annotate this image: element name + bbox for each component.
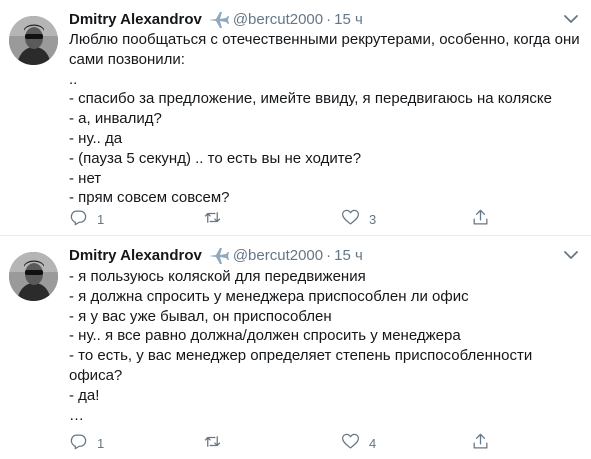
like-count: 4 xyxy=(369,435,377,451)
tweet[interactable]: Dmitry Alexandrov @bercut2000 · 15 ч Люб… xyxy=(0,0,591,235)
tweet-line: Люблю пообщаться с отечественными рекрут… xyxy=(69,31,580,48)
like-button[interactable]: 3 xyxy=(341,208,376,230)
tweet-line: - то есть, у вас менеджер определяет сте… xyxy=(69,347,533,365)
tweet-line: офиса? xyxy=(69,366,123,384)
tweet[interactable]: Dmitry Alexandrov @bercut2000 · 15 ч - я… xyxy=(0,236,591,459)
reply-count: 1 xyxy=(97,211,105,227)
tweet-header: Dmitry Alexandrov @bercut2000 · 15 ч xyxy=(69,8,363,30)
author-handle[interactable]: @bercut2000 xyxy=(233,11,323,28)
retweet-icon xyxy=(203,208,222,230)
retweet-icon xyxy=(203,432,222,454)
tweet-line: - (пауза 5 секунд) .. то есть вы не ходи… xyxy=(69,149,362,167)
like-button[interactable]: 4 xyxy=(341,432,376,454)
tweet-line: - а, инвалид? xyxy=(69,110,162,128)
tweet-actions: 1 3 xyxy=(69,208,499,230)
separator: · xyxy=(326,246,332,264)
separator: · xyxy=(326,10,332,28)
share-button[interactable] xyxy=(471,432,490,454)
timestamp[interactable]: 15 ч xyxy=(334,247,363,264)
tweet-line: - да! xyxy=(69,386,100,404)
tweet-text: - я пользуюсь коляской для передвижения … xyxy=(69,267,577,425)
heart-icon xyxy=(341,208,360,230)
tweet-text: Люблю пообщаться с отечественными рекрут… xyxy=(69,30,580,208)
airplane-icon xyxy=(207,10,229,28)
retweet-button[interactable] xyxy=(203,208,231,230)
tweet-line: - я пользуюсь коляской для передвижения xyxy=(69,268,366,285)
tweet-line: - я должна спросить у менеджера приспосо… xyxy=(69,287,469,305)
share-icon xyxy=(471,432,490,454)
like-count: 3 xyxy=(369,211,377,227)
reply-icon xyxy=(69,208,88,230)
airplane-icon xyxy=(207,246,229,264)
tweet-line: - нет xyxy=(69,169,102,187)
tweet-line: .. xyxy=(69,70,78,88)
reply-count: 1 xyxy=(97,435,105,451)
share-icon xyxy=(471,208,490,230)
chevron-down-icon[interactable] xyxy=(563,12,579,24)
reply-icon xyxy=(69,432,88,454)
tweet-line: сами позвонили: xyxy=(69,50,185,68)
tweet-line: … xyxy=(69,406,84,424)
share-button[interactable] xyxy=(471,208,490,230)
tweet-header: Dmitry Alexandrov @bercut2000 · 15 ч xyxy=(69,244,363,266)
tweet-line: - спасибо за предложение, имейте ввиду, … xyxy=(69,90,552,108)
heart-icon xyxy=(341,432,360,454)
author-handle[interactable]: @bercut2000 xyxy=(233,247,323,264)
reply-button[interactable]: 1 xyxy=(69,432,104,454)
tweet-actions: 1 4 xyxy=(69,432,499,454)
retweet-button[interactable] xyxy=(203,432,231,454)
reply-button[interactable]: 1 xyxy=(69,208,104,230)
tweet-line: - я у вас уже бывал, он приспособлен xyxy=(69,307,332,325)
author-name[interactable]: Dmitry Alexandrov xyxy=(69,247,202,264)
avatar[interactable] xyxy=(9,252,58,301)
tweet-line: - ну.. я все равно должна/должен спросит… xyxy=(69,327,461,345)
author-name[interactable]: Dmitry Alexandrov xyxy=(69,11,202,28)
chevron-down-icon[interactable] xyxy=(563,248,579,260)
tweet-line: - прям совсем совсем? xyxy=(69,189,230,207)
avatar[interactable] xyxy=(9,16,58,65)
tweet-line: - ну.. да xyxy=(69,129,123,147)
timestamp[interactable]: 15 ч xyxy=(334,11,363,28)
